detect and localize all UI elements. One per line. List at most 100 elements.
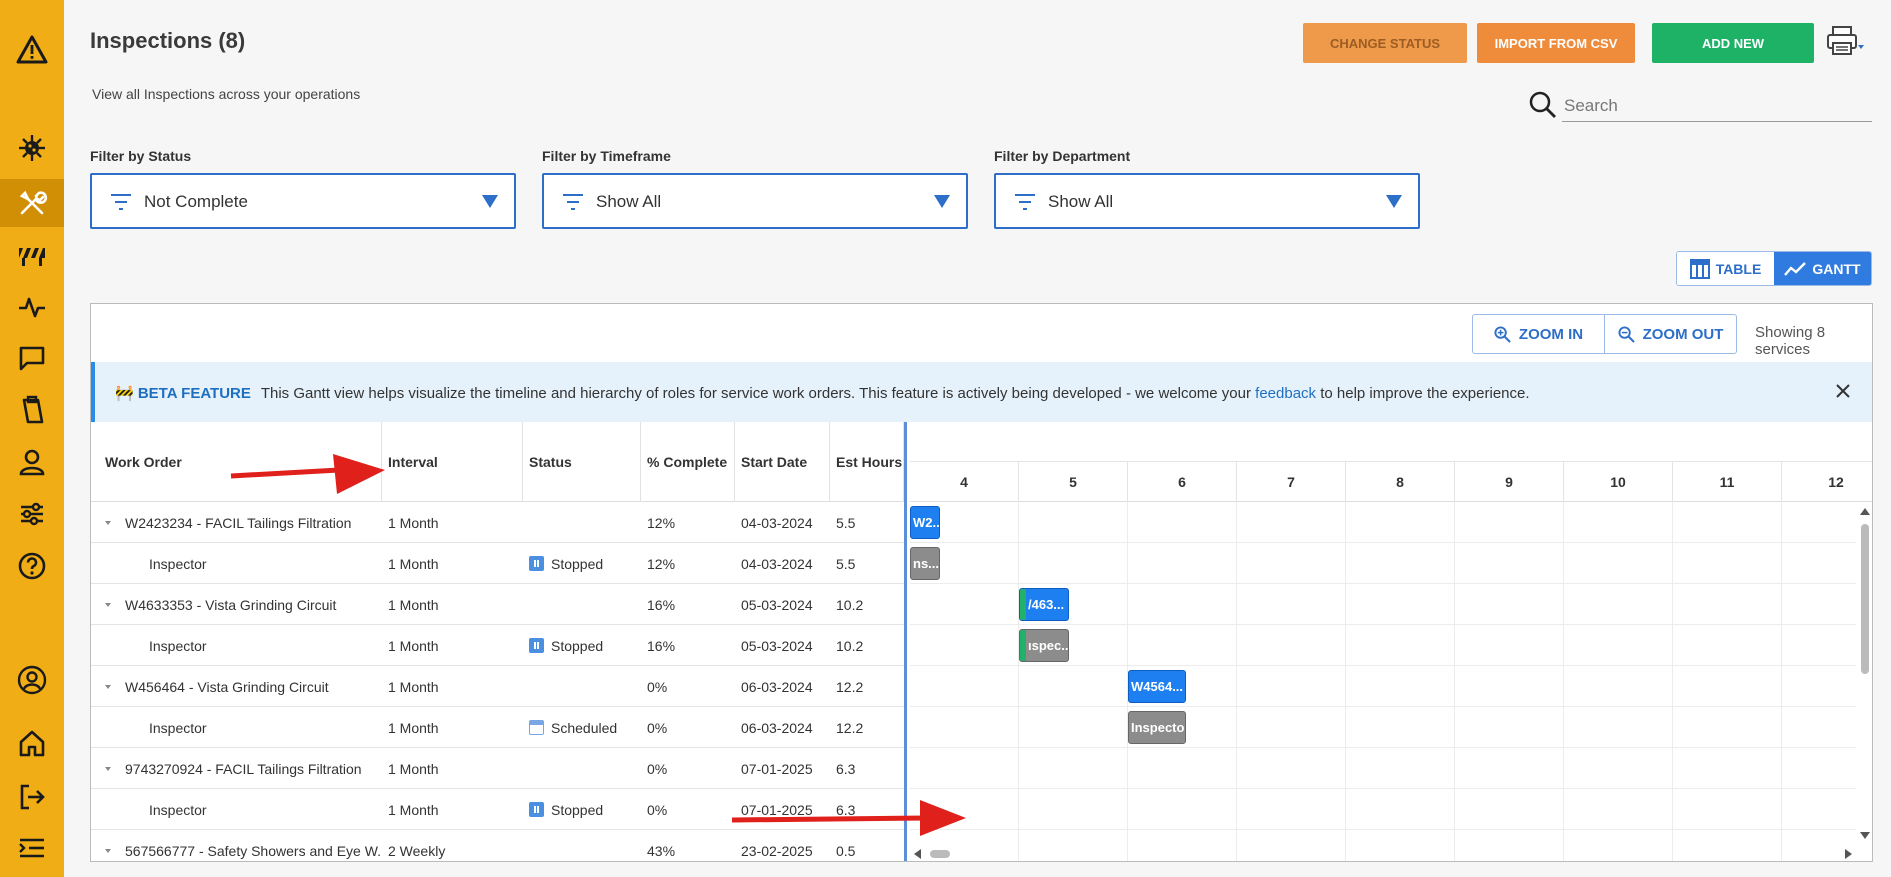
sidebar-item-user-icon[interactable] bbox=[0, 438, 64, 486]
table-row[interactable]: Inspector 1 Month Stopped 12% 04-03-2024 5.5 bbox=[91, 543, 904, 584]
expand-caret-icon[interactable] bbox=[105, 520, 111, 525]
col-interval-cell: 1 Month bbox=[382, 625, 523, 666]
gantt-bar[interactable]: W4564... bbox=[1128, 670, 1186, 703]
filter-status-value: Not Complete bbox=[144, 192, 248, 211]
sidebar-item-home-icon[interactable] bbox=[0, 719, 64, 767]
col-work-order-text: Inspector bbox=[149, 637, 207, 654]
col-start-date-cell: 04-03-2024 bbox=[735, 543, 830, 584]
col-status-cell bbox=[523, 502, 641, 543]
view-toggle: TABLE GANTT bbox=[1676, 251, 1872, 286]
expand-caret-icon[interactable] bbox=[105, 848, 111, 853]
col-start-date-header[interactable]: Start Date bbox=[735, 422, 830, 502]
col-work-order-cell: W2423234 - FACIL Tailings Filtration bbox=[91, 502, 382, 543]
vertical-scrollbar[interactable] bbox=[1856, 502, 1872, 844]
gantt-bar[interactable]: /463... bbox=[1019, 588, 1069, 621]
horizontal-scrollbar[interactable] bbox=[910, 844, 1856, 861]
col-est-hours-text: 12.2 bbox=[836, 678, 864, 695]
sidebar-item-activity-icon[interactable] bbox=[0, 283, 64, 331]
col-work-order-cell: W456464 - Vista Grinding Circuit bbox=[91, 666, 382, 707]
gantt-view-button[interactable]: GANTT bbox=[1774, 252, 1871, 285]
col-est-hours-header[interactable]: Est Hours bbox=[830, 422, 904, 502]
timeline-row-line bbox=[910, 583, 1856, 584]
table-row[interactable]: W4633353 - Vista Grinding Circuit 1 Month… bbox=[91, 584, 904, 625]
col-status-cell: Stopped bbox=[523, 543, 641, 584]
col-complete-cell: 43% bbox=[641, 830, 735, 861]
table-row[interactable]: W2423234 - FACIL Tailings Filtration 1 Mo… bbox=[91, 502, 904, 543]
col-interval-text: 1 Month bbox=[388, 719, 439, 736]
sidebar-item-account-icon[interactable] bbox=[0, 656, 64, 704]
expand-caret-icon[interactable] bbox=[105, 602, 111, 607]
col-complete-text: 0% bbox=[647, 760, 668, 777]
zoom-in-button[interactable]: ZOOM IN bbox=[1473, 315, 1604, 353]
timeline-row-line bbox=[910, 542, 1856, 543]
col-start-date-text: 04-03-2024 bbox=[741, 514, 813, 531]
gantt-bar[interactable]: W2... bbox=[910, 506, 940, 539]
col-complete-header[interactable]: % Complete bbox=[641, 422, 735, 502]
col-work-order-text: Inspector bbox=[149, 555, 207, 572]
table-view-button[interactable]: TABLE bbox=[1677, 252, 1774, 285]
close-icon[interactable] bbox=[1834, 382, 1852, 400]
annotation-arrow-icon bbox=[230, 454, 385, 494]
add-new-button[interactable]: ADD NEW bbox=[1652, 23, 1814, 63]
col-complete-text: 16% bbox=[647, 596, 676, 613]
sidebar-item-sliders-icon[interactable] bbox=[0, 490, 64, 538]
vertical-scroll-thumb[interactable] bbox=[1861, 524, 1869, 674]
zoom-out-button[interactable]: ZOOM OUT bbox=[1604, 315, 1736, 353]
print-icon[interactable] bbox=[1826, 25, 1866, 57]
table-row[interactable]: W456464 - Vista Grinding Circuit 1 Month 0… bbox=[91, 666, 904, 707]
col-status-cell: Stopped bbox=[523, 625, 641, 666]
col-start-date-text: 23-02-2025 bbox=[741, 842, 813, 859]
services-count: Showing 8 services bbox=[1755, 324, 1826, 358]
sidebar-item-virus-icon[interactable] bbox=[0, 124, 64, 172]
horizontal-scroll-thumb[interactable] bbox=[930, 850, 950, 858]
filter-timeframe-label: Filter by Timeframe bbox=[542, 148, 671, 164]
col-est-hours-cell: 6.3 bbox=[830, 748, 904, 789]
col-start-date-text: 06-03-2024 bbox=[741, 719, 813, 736]
timeline-column-header: 9 bbox=[1455, 462, 1564, 502]
gantt-bar[interactable]: ıspec... bbox=[1019, 629, 1069, 662]
table-row[interactable]: 9743270924 - FACIL Tailings Filtration 1 … bbox=[91, 748, 904, 789]
col-interval-text: 1 Month bbox=[388, 596, 439, 613]
gantt-bar-label: /463... bbox=[1028, 597, 1065, 612]
sidebar-item-help-icon[interactable] bbox=[0, 542, 64, 590]
col-interval-text: 1 Month bbox=[388, 801, 439, 818]
pause-icon bbox=[529, 638, 544, 653]
gantt-bar[interactable]: ns... bbox=[910, 547, 940, 580]
expand-caret-icon[interactable] bbox=[105, 766, 111, 771]
pause-icon bbox=[529, 802, 544, 817]
sidebar-item-barrier-icon[interactable] bbox=[0, 231, 64, 279]
change-status-button[interactable]: CHANGE STATUS bbox=[1303, 23, 1467, 63]
filter-timeframe-select[interactable]: Show All bbox=[542, 173, 968, 229]
calendar-icon bbox=[529, 720, 544, 735]
beta-tail: to help improve the experience. bbox=[1320, 385, 1530, 402]
col-interval-cell: 1 Month bbox=[382, 748, 523, 789]
import-csv-button[interactable]: IMPORT FROM CSV bbox=[1477, 23, 1635, 63]
timeline-gridline bbox=[1454, 502, 1455, 861]
search-box bbox=[1528, 90, 1872, 122]
col-status-cell bbox=[523, 748, 641, 789]
chevron-down-icon bbox=[1386, 195, 1402, 208]
filter-status-select[interactable]: Not Complete bbox=[90, 173, 516, 229]
pause-icon bbox=[529, 556, 544, 571]
sidebar-collapse-icon[interactable] bbox=[0, 824, 64, 872]
gantt-bar[interactable]: Inspector bbox=[1128, 711, 1186, 744]
col-interval-header[interactable]: Interval bbox=[382, 422, 523, 502]
col-interval-text: 2 Weekly bbox=[388, 842, 446, 859]
table-row[interactable]: Inspector 1 Month Scheduled 0% 06-03-2024 12.… bbox=[91, 707, 904, 748]
sidebar-item-chat-icon[interactable] bbox=[0, 334, 64, 382]
feedback-link[interactable]: feedback bbox=[1255, 385, 1316, 402]
expand-caret-icon[interactable] bbox=[105, 684, 111, 689]
col-status-header[interactable]: Status bbox=[523, 422, 641, 502]
col-status-text: Stopped bbox=[551, 801, 604, 818]
zoom-out-icon bbox=[1618, 325, 1635, 343]
sidebar-logo-warning-icon[interactable] bbox=[0, 26, 64, 74]
table-row[interactable]: Inspector 1 Month Stopped 16% 05-03-2024 10.2 bbox=[91, 625, 904, 666]
col-interval-cell: 2 Weekly bbox=[382, 830, 523, 861]
sidebar-item-tools-icon[interactable] bbox=[0, 179, 64, 227]
search-input[interactable] bbox=[1562, 90, 1872, 122]
filter-department-select[interactable]: Show All bbox=[994, 173, 1420, 229]
filter-status-label: Filter by Status bbox=[90, 148, 192, 164]
sidebar-item-logout-icon[interactable] bbox=[0, 773, 64, 821]
sidebar-item-clipboard-icon[interactable] bbox=[0, 386, 64, 434]
chevron-down-icon bbox=[934, 195, 950, 208]
